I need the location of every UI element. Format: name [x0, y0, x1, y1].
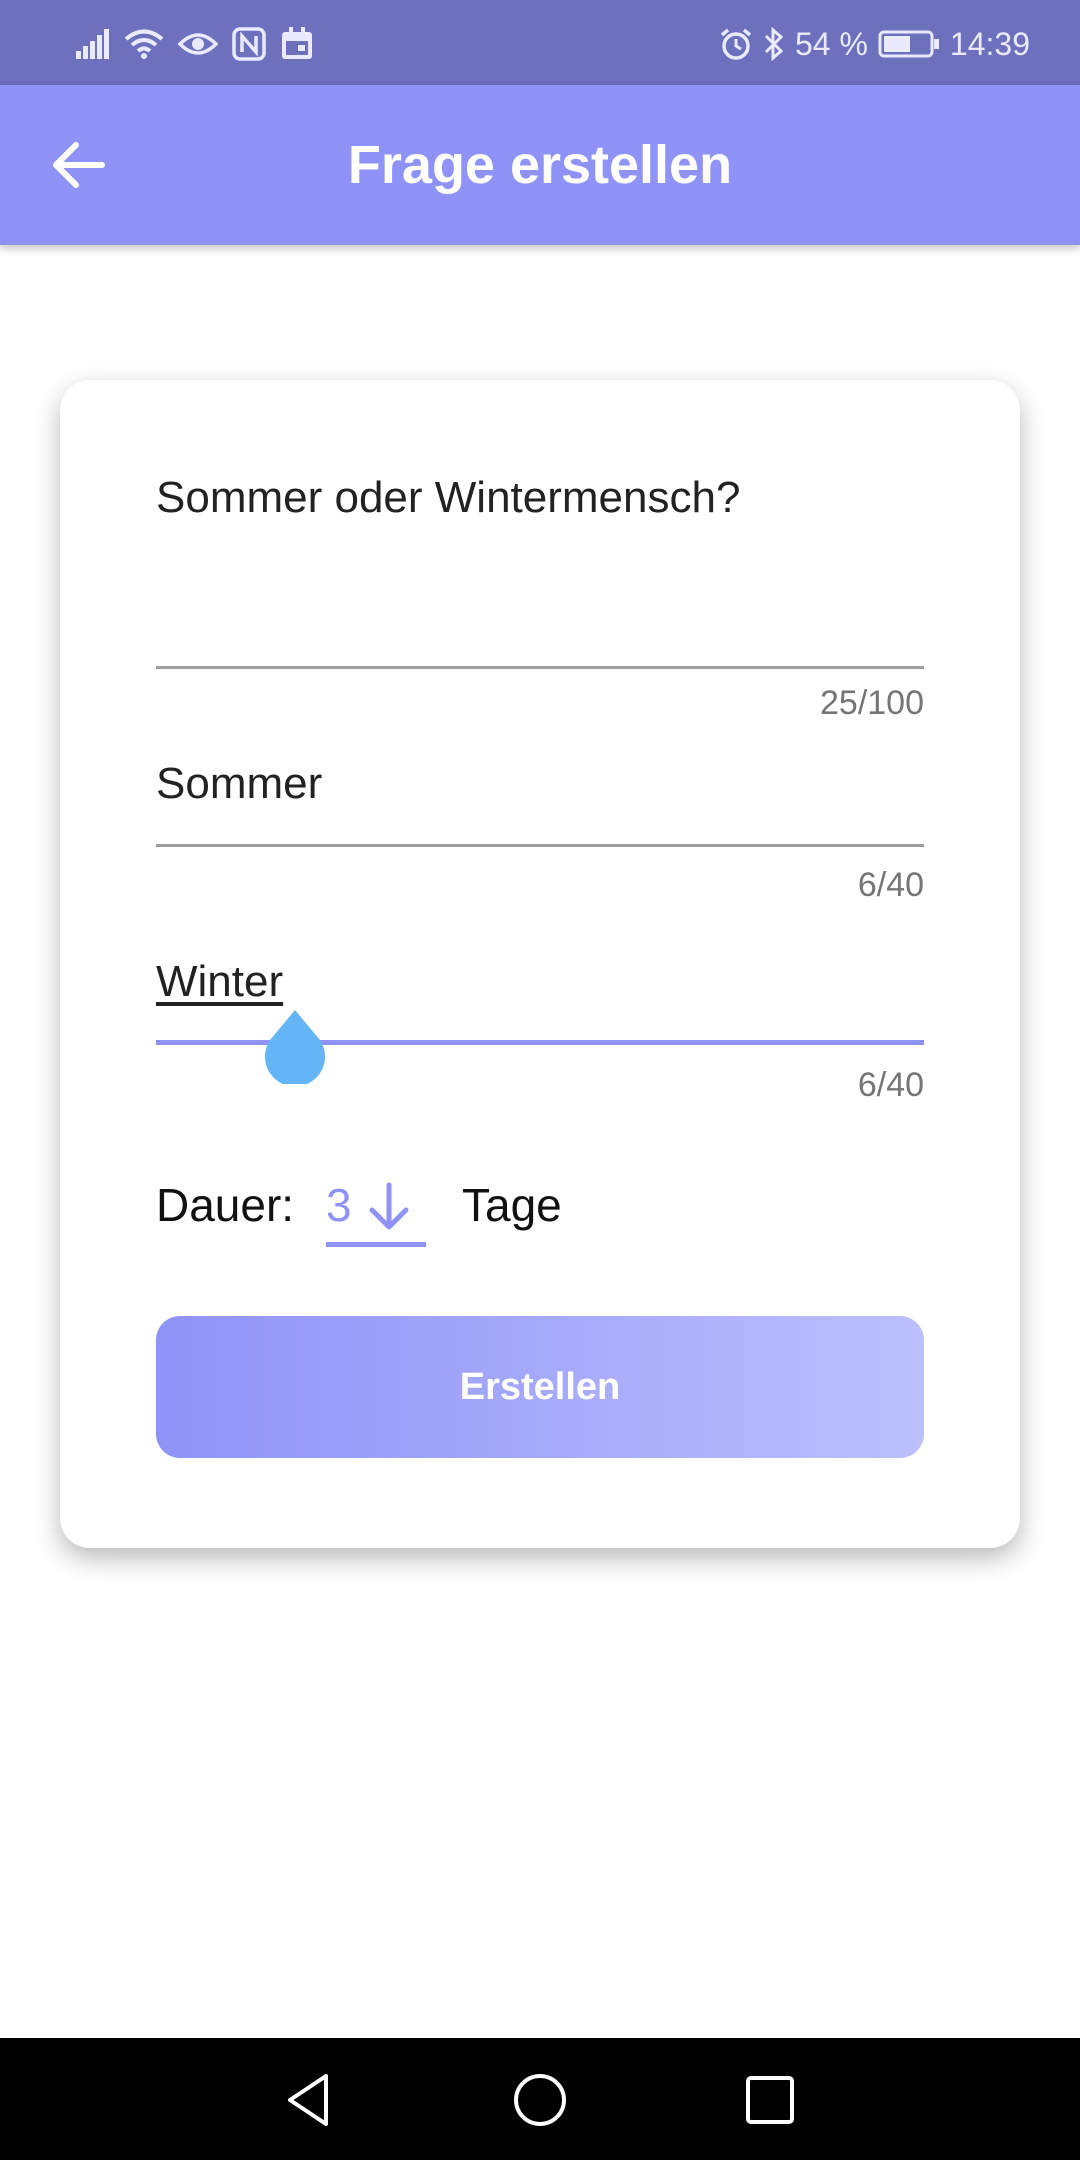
nfc-icon	[232, 27, 266, 61]
option2-input[interactable]: Winter	[156, 956, 924, 1008]
duration-row: Dauer: 3 Tage	[156, 1170, 924, 1250]
question-form-card: Sommer oder Wintermensch? 25/100 Sommer …	[60, 380, 1020, 1548]
nav-home-button[interactable]	[508, 2068, 572, 2132]
duration-dropdown[interactable]: 3	[326, 1170, 426, 1247]
wifi-icon	[124, 28, 164, 60]
status-icons-left	[76, 22, 314, 66]
clock: 14:39	[949, 25, 1030, 62]
question-underline	[156, 666, 924, 669]
page-title: Frage erstellen	[347, 135, 733, 195]
battery-icon	[878, 29, 940, 59]
bluetooth-icon	[763, 27, 785, 61]
eye-icon	[178, 30, 218, 58]
option1-field[interactable]: Sommer 6/40	[156, 758, 924, 918]
create-button[interactable]: Erstellen	[156, 1316, 924, 1458]
status-bar: 54 % 14:39	[0, 0, 1080, 85]
calendar-icon	[280, 27, 314, 61]
text-cursor-handle[interactable]	[262, 1008, 328, 1084]
nav-recents-button[interactable]	[738, 2068, 802, 2132]
question-counter: 25/100	[820, 684, 924, 722]
option1-underline	[156, 844, 924, 847]
option2-field[interactable]: Winter 6/40	[156, 956, 924, 1116]
recents-square-icon	[746, 2076, 794, 2124]
option1-counter: 6/40	[857, 866, 924, 904]
arrow-down-icon	[369, 1182, 409, 1230]
option2-counter: 6/40	[857, 1066, 924, 1104]
duration-value: 3	[326, 1179, 352, 1231]
option1-input[interactable]: Sommer	[156, 758, 924, 810]
back-triangle-icon	[288, 2074, 328, 2126]
duration-label: Dauer:	[156, 1179, 295, 1231]
duration-unit: Tage	[462, 1179, 562, 1231]
battery-percent: 54 %	[794, 25, 868, 62]
system-nav-bar	[0, 2038, 1080, 2160]
question-input[interactable]: Sommer oder Wintermensch?	[156, 472, 924, 524]
status-icons-right: 54 % 14:39	[719, 22, 1030, 66]
question-field[interactable]: Sommer oder Wintermensch? 25/100	[156, 472, 924, 722]
home-circle-icon	[514, 2074, 566, 2126]
nav-back-button[interactable]	[278, 2068, 342, 2132]
signal-icon	[76, 29, 110, 59]
alarm-icon	[719, 27, 753, 61]
app-bar: Frage erstellen	[0, 85, 1080, 245]
